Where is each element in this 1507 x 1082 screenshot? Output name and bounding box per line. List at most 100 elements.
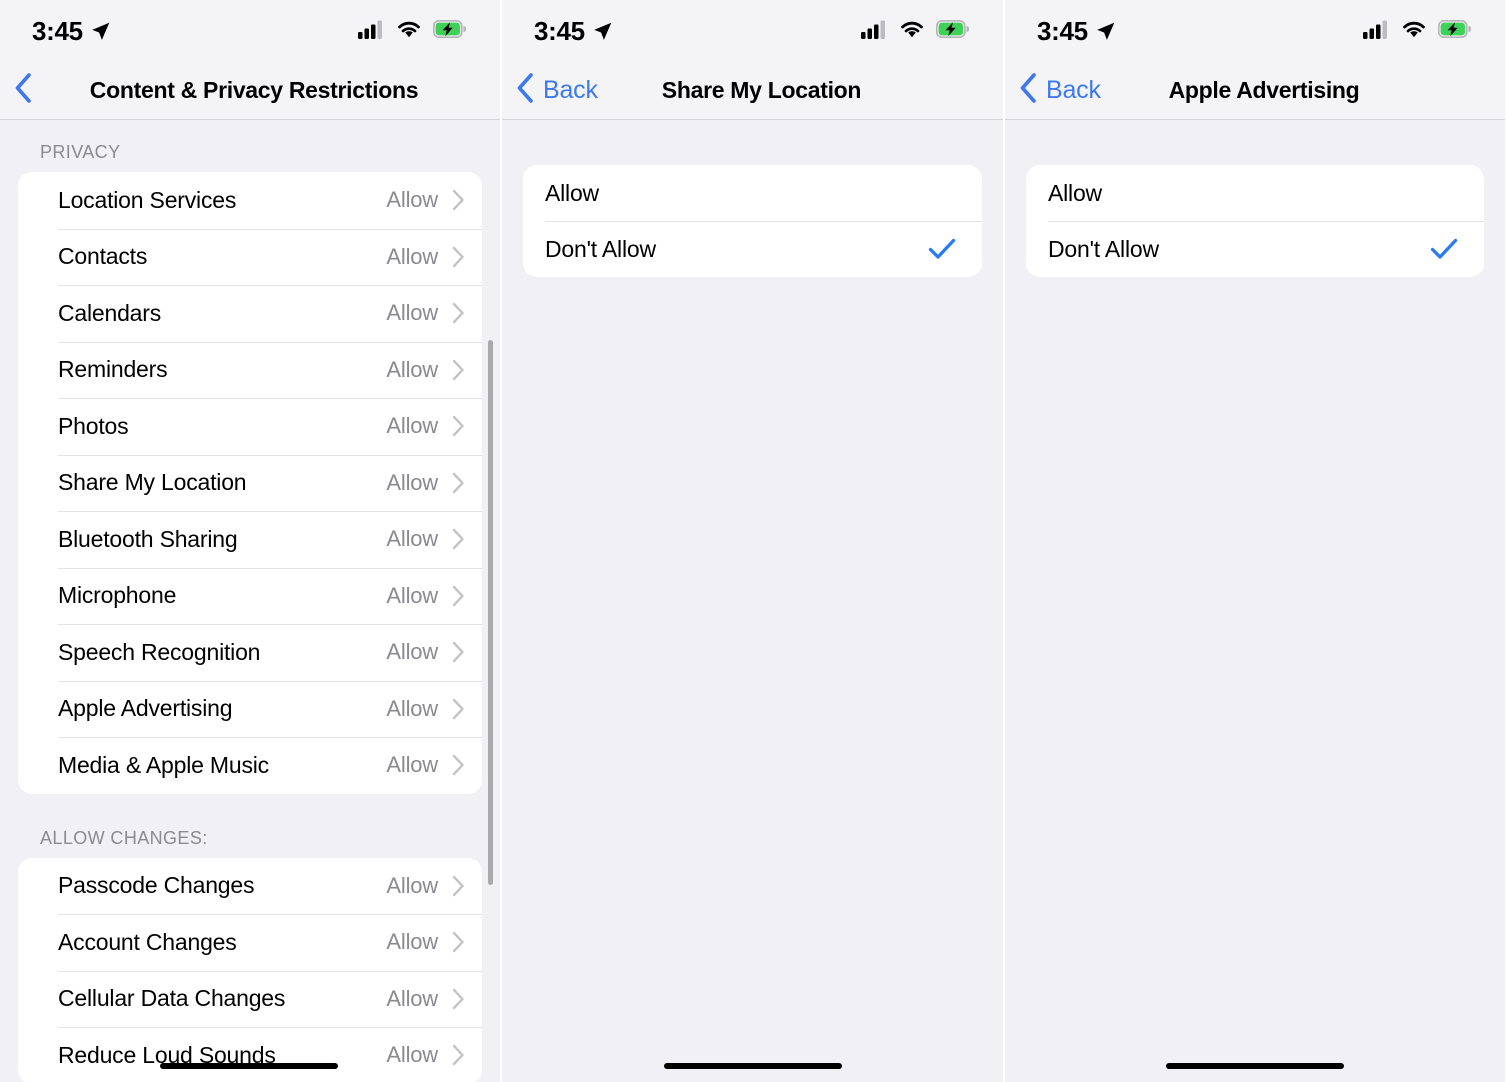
chevron-right-icon: [452, 931, 465, 953]
permission-choice-card: Allow Don't Allow: [1026, 165, 1484, 277]
battery-charging-icon: [1438, 19, 1472, 43]
back-button[interactable]: Back: [502, 72, 598, 109]
row-value: Allow: [386, 413, 438, 439]
chevron-right-icon: [452, 875, 465, 897]
list-item-account-changes[interactable]: Account Changes Allow: [18, 914, 482, 971]
choice-label: Don't Allow: [545, 235, 656, 262]
row-label: Media & Apple Music: [58, 751, 269, 778]
wifi-icon: [899, 19, 925, 44]
list-item-photos[interactable]: Photos Allow: [18, 398, 482, 455]
list-item-contacts[interactable]: Contacts Allow: [18, 228, 482, 286]
row-label: Bluetooth Sharing: [58, 525, 238, 552]
list-item-passcode-changes[interactable]: Passcode Changes Allow: [18, 858, 482, 915]
battery-charging-icon: [936, 19, 970, 43]
checkmark-icon: [1430, 237, 1462, 261]
row-value: Allow: [386, 526, 438, 552]
status-bar-left: 3:45: [32, 18, 111, 44]
wifi-icon: [1401, 19, 1427, 44]
row-label: Passcode Changes: [58, 872, 255, 899]
privacy-settings-card: Location Services Allow Contacts Allow C…: [18, 172, 482, 794]
chevron-right-icon: [452, 246, 465, 268]
status-bar-right: [358, 19, 467, 44]
choice-option-dont-allow[interactable]: Don't Allow: [523, 221, 982, 277]
list-item-location-services[interactable]: Location Services Allow: [18, 172, 482, 229]
phone-screen-content-privacy-restrictions: 3:45 Content & Privacy Restrictions PRIV…: [0, 0, 500, 1082]
row-value: Allow: [386, 872, 438, 898]
back-button[interactable]: Back: [1005, 72, 1101, 109]
list-item-cellular-data-changes[interactable]: Cellular Data Changes Allow: [18, 970, 482, 1028]
chevron-right-icon: [452, 988, 465, 1010]
cellular-signal-icon: [861, 19, 888, 44]
back-button-label: Back: [1046, 76, 1101, 104]
chevron-right-icon: [452, 189, 465, 211]
chevron-right-icon: [452, 302, 465, 324]
list-item-reduce-loud-sounds[interactable]: Reduce Loud Sounds Allow: [18, 1027, 482, 1082]
checkmark-icon: [928, 237, 960, 261]
row-value: Allow: [386, 639, 438, 665]
row-label: Share My Location: [58, 469, 247, 496]
choice-option-allow[interactable]: Allow: [523, 165, 982, 221]
row-label: Microphone: [58, 582, 177, 609]
allow-changes-settings-card: Passcode Changes Allow Account Changes A…: [18, 857, 482, 1082]
chevron-right-icon: [452, 359, 465, 381]
status-bar-left: 3:45: [1037, 18, 1116, 44]
status-bar-time: 3:45: [534, 16, 585, 46]
chevron-right-icon: [452, 415, 465, 437]
chevron-right-icon: [452, 585, 465, 607]
chevron-right-icon: [452, 1044, 465, 1066]
choice-content: Allow Don't Allow: [1005, 165, 1505, 1082]
list-item-share-my-location[interactable]: Share My Location Allow: [18, 454, 482, 512]
choice-content: Allow Don't Allow: [502, 165, 1003, 1082]
location-arrow-icon: [592, 21, 613, 42]
status-bar-time: 3:45: [1037, 16, 1088, 46]
row-value: Allow: [386, 187, 438, 213]
status-bar: 3:45: [1005, 0, 1505, 62]
location-arrow-icon: [1095, 21, 1116, 42]
row-label: Reminders: [58, 356, 168, 383]
choice-label: Allow: [1048, 179, 1102, 206]
choice-option-dont-allow[interactable]: Don't Allow: [1026, 221, 1484, 277]
status-bar-time: 3:45: [32, 16, 83, 46]
row-value: Allow: [386, 985, 438, 1011]
back-button-label: Back: [543, 76, 598, 104]
nav-bar: Back Apple Advertising: [1005, 62, 1505, 120]
permission-choice-card: Allow Don't Allow: [523, 165, 982, 277]
choice-option-allow[interactable]: Allow: [1026, 165, 1484, 221]
row-label: Location Services: [58, 186, 237, 213]
chevron-left-icon: [515, 72, 535, 109]
status-bar-left: 3:45: [534, 18, 613, 44]
wifi-icon: [396, 19, 422, 44]
list-item-media-apple-music[interactable]: Media & Apple Music Allow: [18, 737, 482, 794]
list-item-calendars[interactable]: Calendars Allow: [18, 285, 482, 342]
list-item-microphone[interactable]: Microphone Allow: [18, 567, 482, 625]
row-value: Allow: [386, 752, 438, 778]
home-indicator: [663, 1063, 842, 1069]
row-label: Calendars: [58, 299, 162, 326]
row-value: Allow: [386, 1042, 438, 1068]
phone-screen-share-my-location: 3:45 Back Share My Location Allow Don't …: [500, 0, 1003, 1082]
vertical-scrollbar[interactable]: [488, 340, 493, 885]
list-item-speech-recognition[interactable]: Speech Recognition Allow: [18, 624, 482, 681]
cellular-signal-icon: [358, 19, 385, 44]
location-arrow-icon: [90, 21, 111, 42]
cellular-signal-icon: [1363, 19, 1390, 44]
phone-screen-apple-advertising: 3:45 Back Apple Advertising Allow Don't …: [1003, 0, 1505, 1082]
nav-bar: Content & Privacy Restrictions: [0, 62, 500, 120]
row-label: Photos: [58, 412, 129, 439]
back-button[interactable]: [0, 72, 33, 109]
list-item-apple-advertising[interactable]: Apple Advertising Allow: [18, 680, 482, 738]
list-item-bluetooth-sharing[interactable]: Bluetooth Sharing Allow: [18, 511, 482, 568]
list-item-reminders[interactable]: Reminders Allow: [18, 341, 482, 399]
chevron-right-icon: [452, 641, 465, 663]
row-label: Contacts: [58, 243, 148, 270]
row-value: Allow: [386, 300, 438, 326]
home-indicator: [160, 1063, 338, 1069]
home-indicator: [1166, 1063, 1344, 1069]
page-title: Content & Privacy Restrictions: [89, 77, 419, 103]
chevron-right-icon: [452, 528, 465, 550]
three-phone-screenshots: 3:45 Content & Privacy Restrictions PRIV…: [0, 0, 1507, 1082]
chevron-left-icon: [1018, 72, 1038, 109]
section-header-allow-changes: ALLOW CHANGES:: [40, 827, 208, 848]
settings-scroll-content: PRIVACY Location Services Allow Contacts…: [0, 120, 500, 1082]
status-bar: 3:45: [0, 0, 500, 62]
